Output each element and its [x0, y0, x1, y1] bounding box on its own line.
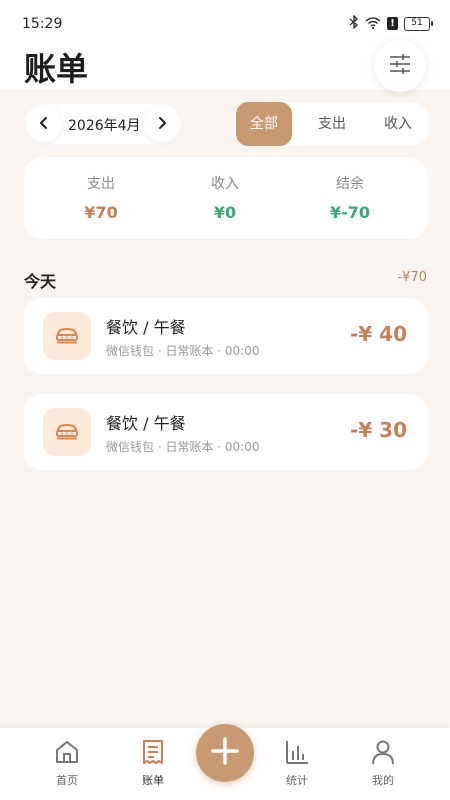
sliders-icon: [389, 54, 411, 78]
month-row: 2026年4月 全部 支出 收入: [24, 102, 427, 146]
tab-home[interactable]: 首页: [37, 738, 97, 788]
balance-summary: 结余 ¥-70: [285, 173, 415, 222]
tab-stats-label: 统计: [286, 774, 308, 787]
user-icon: [369, 740, 397, 770]
status-icons: ! 51: [349, 14, 433, 33]
home-icon: [53, 741, 81, 770]
status-bar: 15:29 ! 51: [0, 0, 450, 44]
transaction-item[interactable]: 餐饮 / 午餐 微信钱包 · 日常账本 · 00:00 -¥ 40: [24, 298, 427, 374]
add-record-button[interactable]: [196, 724, 254, 782]
food-icon: [43, 312, 91, 360]
transaction-meta: 微信钱包 · 日常账本 · 00:00: [106, 440, 260, 454]
tab-income[interactable]: 收入: [370, 102, 426, 146]
day-group-header: 今天 -¥70: [24, 268, 427, 292]
expense-summary: 支出 ¥70: [36, 173, 166, 222]
transaction-item[interactable]: 餐饮 / 午餐 微信钱包 · 日常账本 · 00:00 -¥ 30: [24, 394, 427, 470]
day-total: -¥70: [397, 270, 427, 285]
transaction-amount: -¥ 40: [349, 322, 407, 346]
wifi-icon: [365, 14, 381, 33]
tab-all[interactable]: 全部: [236, 102, 292, 146]
chart-icon: [283, 741, 311, 770]
expense-value: ¥70: [84, 203, 118, 222]
prev-month-button[interactable]: [26, 106, 62, 142]
tab-bills-label: 账单: [142, 774, 164, 787]
header: 账单: [0, 40, 450, 92]
day-label: 今天: [24, 272, 57, 291]
page-title: 账单: [24, 50, 89, 88]
transaction-amount: -¥ 30: [349, 418, 407, 442]
tab-home-label: 首页: [56, 774, 78, 787]
income-summary: 收入 ¥0: [160, 173, 290, 222]
tab-bills[interactable]: 账单: [123, 738, 183, 788]
bottom-tab-bar: 首页 账单 统计 我的: [0, 724, 450, 800]
month-label: 2026年4月: [68, 118, 141, 134]
alert-icon: !: [387, 17, 398, 30]
battery-icon: 51: [404, 16, 433, 31]
transaction-title: 餐饮 / 午餐: [106, 414, 186, 433]
chevron-right-icon: [157, 115, 167, 134]
transaction-meta: 微信钱包 · 日常账本 · 00:00: [106, 344, 260, 358]
chevron-left-icon: [39, 115, 49, 134]
summary-card: 支出 ¥70 收入 ¥0 结余 ¥-70: [24, 157, 427, 239]
food-icon: [43, 408, 91, 456]
balance-value: ¥-70: [329, 203, 371, 222]
tab-profile-label: 我的: [372, 774, 394, 787]
bluetooth-icon: [349, 14, 359, 33]
expense-label: 支出: [87, 176, 115, 192]
balance-label: 结余: [336, 176, 364, 192]
month-picker: 2026年4月: [24, 104, 182, 144]
filter-button[interactable]: [374, 40, 426, 92]
bill-icon: [139, 740, 167, 770]
type-filter-tabs: 全部 支出 收入: [234, 102, 427, 146]
status-time: 15:29: [22, 16, 63, 32]
income-label: 收入: [211, 176, 239, 192]
transaction-title: 餐饮 / 午餐: [106, 318, 186, 337]
next-month-button[interactable]: [144, 106, 180, 142]
tab-profile[interactable]: 我的: [353, 738, 413, 788]
plus-icon: [210, 736, 240, 770]
tab-stats[interactable]: 统计: [267, 738, 327, 788]
income-value: ¥0: [213, 203, 237, 222]
tab-expense[interactable]: 支出: [304, 102, 360, 146]
